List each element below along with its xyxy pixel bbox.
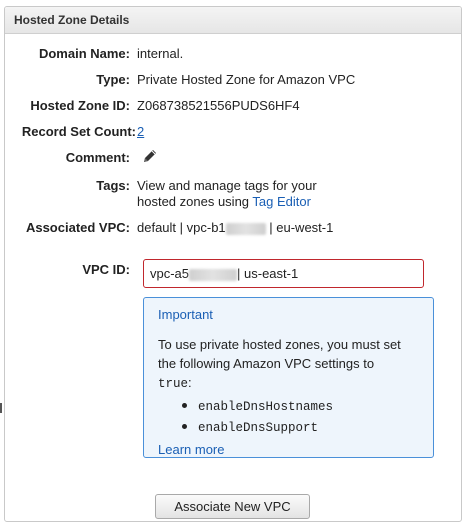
tags-value: View and manage tags for your hosted zon… xyxy=(137,178,317,210)
vpc-id-label: VPC ID: xyxy=(82,262,130,277)
redacted-vpc-id xyxy=(189,268,238,281)
associated-vpc-value: default | vpc-b1 | eu-west-1 xyxy=(137,220,333,235)
type-value: Private Hosted Zone for Amazon VPC xyxy=(137,72,356,87)
pencil-icon[interactable] xyxy=(142,148,158,167)
vpc-id-input[interactable]: vpc-a5 | us-east-1 xyxy=(143,259,424,288)
important-notice: Important To use private hosted zones, y… xyxy=(143,297,434,458)
tags-text-line1: View and manage tags for your xyxy=(137,178,317,193)
settings-list: enableDnsHostnames enableDnsSupport xyxy=(158,396,419,438)
associate-new-vpc-button[interactable]: Associate New VPC xyxy=(155,494,310,519)
important-text: To use private hosted zones, you must se… xyxy=(158,335,419,459)
record-set-count-label: Record Set Count: xyxy=(21,124,136,139)
domain-name-value: internal. xyxy=(137,46,184,61)
setting-name: enableDnsSupport xyxy=(198,421,319,435)
record-set-count-link[interactable]: 2 xyxy=(137,124,144,139)
panel-title: Hosted Zone Details xyxy=(5,7,461,34)
tags-label: Tags: xyxy=(96,178,130,193)
learn-more-link[interactable]: Learn more xyxy=(158,440,419,459)
tags-text-prefix: hosted zones using xyxy=(137,194,250,209)
setting-name: enableDnsHostnames xyxy=(198,400,334,414)
important-title: Important xyxy=(158,307,213,322)
list-item: enableDnsSupport xyxy=(182,417,419,438)
hosted-zone-id-label: Hosted Zone ID: xyxy=(30,98,130,113)
important-text-line1: To use private hosted zones, you must se… xyxy=(158,337,401,352)
comment-label: Comment: xyxy=(65,150,130,165)
important-text-line2: the following Amazon VPC settings to xyxy=(158,356,375,371)
vpc-id-value-suffix: | us-east-1 xyxy=(237,266,299,281)
list-item: enableDnsHostnames xyxy=(182,396,419,417)
tags-text-line2: hosted zones using Tag Editor xyxy=(137,194,317,210)
type-label: Type: xyxy=(96,72,130,87)
tag-editor-link[interactable]: Tag Editor xyxy=(252,194,311,209)
redacted-vpc-id xyxy=(225,222,266,235)
hosted-zone-id-value: Z068738521556PUDS6HF4 xyxy=(137,98,300,113)
important-text-line3: true: xyxy=(158,373,419,394)
window-edge-marker xyxy=(0,403,2,413)
true-code: true xyxy=(158,377,189,391)
associated-vpc-prefix: default | vpc-b1 xyxy=(137,220,226,235)
bullet-icon xyxy=(182,403,187,408)
bullet-icon xyxy=(182,424,187,429)
associated-vpc-suffix: | eu-west-1 xyxy=(269,220,334,235)
colon: : xyxy=(188,375,192,390)
associated-vpc-label: Associated VPC: xyxy=(25,220,130,235)
vpc-id-value-prefix: vpc-a5 xyxy=(150,266,190,281)
domain-name-label: Domain Name: xyxy=(38,46,130,61)
hosted-zone-details-panel: Hosted Zone Details Domain Name: interna… xyxy=(4,6,462,522)
